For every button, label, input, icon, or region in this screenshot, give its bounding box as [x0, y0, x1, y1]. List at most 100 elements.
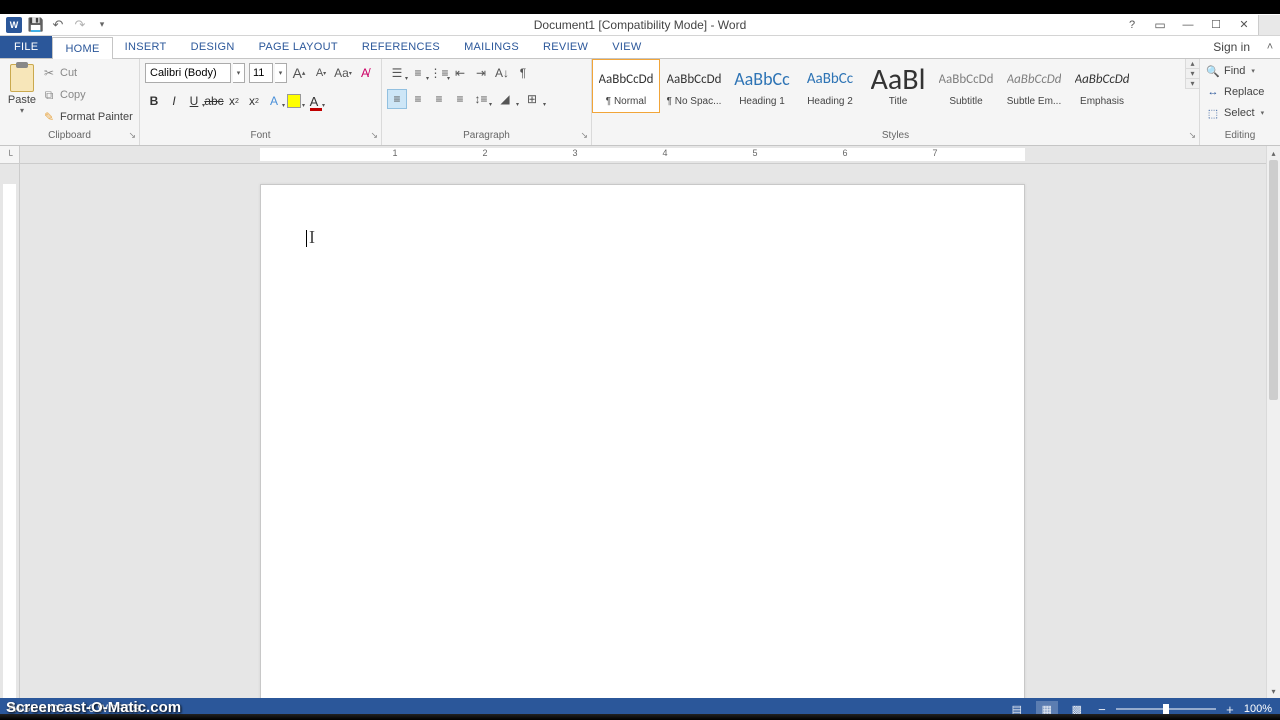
change-case-button[interactable]: Aa▾ [333, 63, 353, 83]
font-name-dropdown-icon[interactable]: ▾ [233, 63, 245, 83]
title-bar: W 💾 ↶ ↷ ▾ Document1 [Compatibility Mode]… [0, 14, 1280, 36]
tab-insert[interactable]: INSERT [113, 36, 179, 58]
scroll-up-icon[interactable]: ▴ [1267, 146, 1280, 160]
tab-selector[interactable]: └ [0, 146, 20, 164]
select-icon: ⬚ [1206, 106, 1220, 120]
decrease-indent-button[interactable]: ⇤ [450, 63, 470, 83]
scroll-down-icon[interactable]: ▾ [1267, 684, 1280, 698]
style-heading-2[interactable]: AaBbCcHeading 2 [796, 59, 864, 113]
help-icon[interactable]: ? [1118, 15, 1146, 35]
underline-button[interactable]: U▾ [185, 91, 203, 111]
bullets-button[interactable]: ☰▾ [387, 63, 407, 83]
justify-button[interactable]: ≡ [450, 89, 470, 109]
multilevel-list-button[interactable]: ⋮≡▾ [429, 63, 449, 83]
font-color-button[interactable]: A▾ [305, 91, 323, 111]
tab-mailings[interactable]: MAILINGS [452, 36, 531, 58]
text-effects-button[interactable]: A▾ [265, 91, 283, 111]
increase-indent-button[interactable]: ⇥ [471, 63, 491, 83]
grow-font-button[interactable]: A▴ [289, 63, 309, 83]
document-page[interactable]: I [260, 184, 1025, 698]
paintbrush-icon: ✎ [42, 110, 56, 124]
bold-button[interactable]: B [145, 91, 163, 111]
style-subtitle[interactable]: AaBbCcDdSubtitle [932, 59, 1000, 113]
zoom-slider[interactable] [1116, 708, 1216, 710]
tab-home[interactable]: HOME [52, 37, 112, 59]
format-painter-button[interactable]: ✎Format Painter [42, 107, 133, 127]
clipboard-launcher-icon[interactable]: ↘ [128, 130, 136, 141]
maximize-button[interactable]: ☐ [1202, 15, 1230, 35]
highlight-swatch [287, 94, 301, 108]
taskbar [0, 714, 1280, 720]
numbering-button[interactable]: ≡▾ [408, 63, 428, 83]
account-avatar[interactable] [1258, 15, 1280, 35]
style-subtle-em-[interactable]: AaBbCcDdSubtle Em... [1000, 59, 1068, 113]
text-cursor [306, 230, 307, 247]
sort-button[interactable]: A↓ [492, 63, 512, 83]
group-label-styles: Styles [882, 130, 909, 141]
save-icon[interactable]: 💾 [28, 17, 44, 33]
style--no-spac-[interactable]: AaBbCcDd¶ No Spac... [660, 59, 728, 113]
ribbon-tabs: FILE HOME INSERT DESIGN PAGE LAYOUT REFE… [0, 36, 1280, 58]
scrollbar-thumb[interactable] [1269, 160, 1278, 400]
clear-formatting-button[interactable]: A̸ [355, 63, 375, 83]
subscript-button[interactable]: x2 [225, 91, 243, 111]
redo-icon[interactable]: ↷ [72, 17, 88, 33]
vertical-scrollbar[interactable]: ▴ ▾ [1266, 146, 1280, 698]
select-button[interactable]: ⬚Select▾ [1206, 103, 1264, 123]
scissors-icon: ✂ [42, 66, 56, 80]
replace-icon: ↔ [1206, 85, 1220, 99]
word-app-icon[interactable]: W [6, 17, 22, 33]
font-size-input[interactable]: 11 [249, 63, 273, 83]
close-button[interactable]: ✕ [1230, 15, 1258, 35]
undo-icon[interactable]: ↶ [50, 17, 66, 33]
tab-references[interactable]: REFERENCES [350, 36, 452, 58]
tab-page-layout[interactable]: PAGE LAYOUT [247, 36, 350, 58]
tab-review[interactable]: REVIEW [531, 36, 600, 58]
collapse-ribbon-icon[interactable]: ˄ [1260, 36, 1280, 58]
align-left-button[interactable]: ≡ [387, 89, 407, 109]
tab-view[interactable]: VIEW [600, 36, 653, 58]
align-right-button[interactable]: ≡ [429, 89, 449, 109]
style--normal[interactable]: AaBbCcDd¶ Normal [592, 59, 660, 113]
window-title: Document1 [Compatibility Mode] - Word [0, 18, 1280, 32]
styles-more-icon[interactable]: ▾ [1186, 79, 1199, 89]
watermark-text: Screencast-O-Matic.com [6, 699, 181, 716]
show-hide-button[interactable]: ¶ [513, 63, 533, 83]
vertical-ruler[interactable] [0, 164, 20, 698]
find-button[interactable]: 🔍Find▾ [1206, 61, 1264, 81]
ribbon-options-icon[interactable]: ▭ [1146, 15, 1174, 35]
replace-button[interactable]: ↔Replace [1206, 82, 1264, 102]
sign-in-link[interactable]: Sign in [1203, 36, 1260, 58]
italic-button[interactable]: I [165, 91, 183, 111]
style-title[interactable]: AaBlTitle [864, 59, 932, 113]
copy-icon: ⧉ [42, 88, 56, 102]
paste-button[interactable]: Paste ▾ [5, 62, 39, 115]
styles-gallery[interactable]: AaBbCcDd¶ NormalAaBbCcDd¶ No Spac...AaBb… [592, 59, 1185, 113]
style-heading-1[interactable]: AaBbCcHeading 1 [728, 59, 796, 113]
font-size-dropdown-icon[interactable]: ▾ [275, 63, 287, 83]
tab-file[interactable]: FILE [0, 36, 52, 58]
qat-customize-icon[interactable]: ▾ [94, 17, 110, 33]
paragraph-launcher-icon[interactable]: ↘ [580, 130, 588, 141]
styles-launcher-icon[interactable]: ↘ [1188, 130, 1196, 141]
shading-button[interactable]: ◢▾ [492, 89, 518, 109]
chevron-down-icon[interactable]: ▾ [20, 106, 24, 115]
copy-button[interactable]: ⧉Copy [42, 85, 133, 105]
highlight-button[interactable]: ▾ [285, 91, 303, 111]
cut-button[interactable]: ✂Cut [42, 63, 133, 83]
styles-scroll-up-icon[interactable]: ▴ [1186, 59, 1199, 69]
zoom-slider-thumb[interactable] [1163, 704, 1169, 714]
superscript-button[interactable]: x2 [245, 91, 263, 111]
font-launcher-icon[interactable]: ↘ [370, 130, 378, 141]
horizontal-ruler[interactable]: 1234567 [20, 146, 1266, 164]
borders-button[interactable]: ⊞▾ [519, 89, 545, 109]
shrink-font-button[interactable]: A▾ [311, 63, 331, 83]
strikethrough-button[interactable]: abc [205, 91, 223, 111]
tab-design[interactable]: DESIGN [179, 36, 247, 58]
minimize-button[interactable]: — [1174, 15, 1202, 35]
style-emphasis[interactable]: AaBbCcDdEmphasis [1068, 59, 1136, 113]
styles-scroll-down-icon[interactable]: ▾ [1186, 69, 1199, 79]
align-center-button[interactable]: ≡ [408, 89, 428, 109]
line-spacing-button[interactable]: ↕≡▾ [471, 89, 491, 109]
font-name-input[interactable]: Calibri (Body) [145, 63, 231, 83]
